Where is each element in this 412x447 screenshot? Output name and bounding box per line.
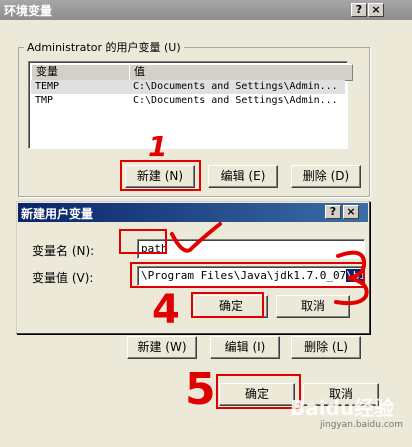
- dialog-close-button[interactable]: ×: [343, 205, 359, 219]
- dialog-ok-button[interactable]: 确定: [194, 295, 268, 318]
- system-delete-button[interactable]: 删除 (L): [291, 336, 361, 359]
- list-item-name: TMP: [35, 95, 54, 106]
- watermark-brand: Baidu经验: [290, 396, 395, 420]
- user-new-button[interactable]: 新建 (N): [125, 165, 195, 188]
- list-item-value: C:\Documents and Settings\Admin...: [133, 81, 338, 92]
- annotation-step-2-mark: [170, 222, 222, 253]
- column-header-value[interactable]: 值: [129, 64, 353, 81]
- outer-close-button[interactable]: ×: [368, 3, 384, 17]
- watermark-url: jingyan.baidu.com: [320, 420, 404, 430]
- annotation-step-5: 5: [185, 364, 216, 415]
- list-header: 变量 值: [31, 64, 353, 81]
- system-edit-button[interactable]: 编辑 (I): [210, 336, 280, 359]
- user-variables-label: Administrator 的用户变量 (U): [24, 39, 184, 55]
- annotation-step-3-mark: [334, 250, 369, 306]
- annotation-step-4: 4: [152, 287, 180, 333]
- list-item[interactable]: TMP C:\Documents and Settings\Admin...: [31, 94, 345, 108]
- dialog-title: 新建用户变量: [21, 207, 94, 221]
- variable-name-label: 变量名 (N):: [32, 244, 95, 258]
- variable-value-label: 变量值 (V):: [32, 271, 94, 285]
- user-variables-list[interactable]: 变量 值 TEMP C:\Documents and Settings\Admi…: [28, 61, 353, 149]
- list-item-name: TEMP: [35, 81, 60, 92]
- list-item[interactable]: TEMP C:\Documents and Settings\Admin...: [31, 80, 345, 94]
- system-new-button[interactable]: 新建 (W): [127, 336, 197, 359]
- outer-help-button[interactable]: ?: [351, 3, 367, 17]
- column-header-variable[interactable]: 变量: [31, 64, 135, 81]
- variable-name-value: path: [141, 242, 168, 255]
- outer-window-title: 环境变量: [4, 4, 53, 18]
- variable-value-text: \Program Files\Java\jdk1.7.0_07: [141, 269, 347, 282]
- dialog-help-button[interactable]: ?: [325, 205, 341, 219]
- main-ok-button[interactable]: 确定: [219, 383, 295, 406]
- user-edit-button[interactable]: 编辑 (E): [208, 165, 278, 188]
- annotation-step-1: 1: [148, 130, 168, 163]
- user-delete-button[interactable]: 删除 (D): [291, 165, 361, 188]
- list-item-value: C:\Documents and Settings\Admin...: [133, 95, 338, 106]
